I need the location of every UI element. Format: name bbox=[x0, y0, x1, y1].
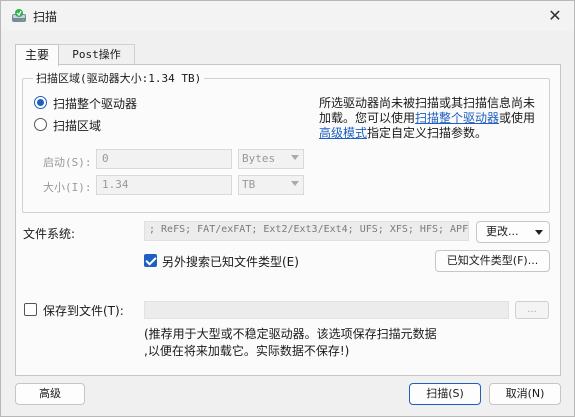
info-text-2: 或使用 bbox=[499, 111, 536, 125]
tab-post-actions[interactable]: Post操作 bbox=[59, 44, 135, 65]
close-button[interactable]: ✕ bbox=[544, 5, 566, 27]
size-input[interactable]: 1.34 bbox=[96, 175, 232, 195]
scan-area-radio[interactable] bbox=[34, 118, 47, 131]
advanced-button[interactable]: 高级 bbox=[15, 383, 85, 405]
change-filesystem-button[interactable]: 更改... bbox=[476, 221, 550, 243]
window-title: 扫描 bbox=[33, 10, 58, 24]
size-unit-select[interactable]: TB bbox=[238, 175, 304, 195]
scan-area-label[interactable]: 扫描区域 bbox=[53, 117, 101, 134]
scan-whole-drive-label[interactable]: 扫描整个驱动器 bbox=[53, 95, 137, 112]
drive-scan-icon bbox=[12, 9, 26, 22]
scan-dialog: 扫描 ✕ 主要 Post操作 扫描区域(驱动器大小:1.34 TB) 扫描整个驱… bbox=[0, 0, 575, 417]
size-unit-value: TB bbox=[242, 178, 256, 191]
save-to-file-checkbox[interactable] bbox=[24, 303, 37, 316]
tab-main[interactable]: 主要 bbox=[15, 44, 59, 66]
info-text-3: 指定自定义扫描参数。 bbox=[367, 126, 488, 140]
known-types-checkbox[interactable] bbox=[144, 254, 157, 267]
filesystem-label: 文件系统: bbox=[23, 227, 76, 241]
start-label: 启动(S): bbox=[43, 156, 92, 169]
cancel-button[interactable]: 取消(N) bbox=[489, 383, 561, 405]
title-bar: 扫描 ✕ bbox=[1, 1, 574, 31]
save-to-file-note: (推荐用于大型或不稳定驱动器。该选项保存扫描元数据 ,以便在将来加载它。实际数据… bbox=[144, 326, 534, 360]
close-icon: ✕ bbox=[548, 6, 562, 25]
note-line-1: (推荐用于大型或不稳定驱动器。该选项保存扫描元数据 bbox=[144, 327, 437, 341]
chevron-down-icon bbox=[291, 181, 299, 186]
chevron-down-icon bbox=[535, 230, 543, 235]
scan-area-group-label: 扫描区域(驱动器大小:1.34 TB) bbox=[33, 70, 205, 86]
save-path-input[interactable] bbox=[144, 301, 509, 319]
start-input[interactable]: 0 bbox=[96, 149, 232, 169]
known-file-types-button[interactable]: 已知文件类型(F)... bbox=[435, 250, 550, 272]
chevron-down-icon bbox=[291, 155, 299, 160]
note-line-2: ,以便在将来加载它。实际数据不保存!) bbox=[144, 344, 350, 358]
known-types-label[interactable]: 另外搜索已知文件类型(E) bbox=[162, 253, 299, 270]
scan-button[interactable]: 扫描(S) bbox=[409, 383, 481, 405]
start-unit-select[interactable]: Bytes bbox=[238, 149, 304, 169]
scan-info-text: 所选驱动器尚未被扫描或其扫描信息尚未加载。您可以使用扫描整个驱动器或使用高级模式… bbox=[319, 96, 544, 141]
size-label: 大小(I): bbox=[43, 181, 92, 194]
filesystem-list: ; ReFS; FAT/exFAT; Ext2/Ext3/Ext4; UFS; … bbox=[144, 221, 469, 241]
browse-button[interactable]: ... bbox=[515, 301, 549, 319]
scan-whole-drive-radio[interactable] bbox=[34, 96, 47, 109]
scan-whole-drive-link[interactable]: 扫描整个驱动器 bbox=[415, 111, 499, 125]
start-unit-value: Bytes bbox=[242, 152, 276, 165]
advanced-mode-link[interactable]: 高级模式 bbox=[319, 126, 367, 140]
save-to-file-label[interactable]: 保存到文件(T): bbox=[43, 302, 124, 319]
change-button-label: 更改... bbox=[486, 225, 519, 238]
